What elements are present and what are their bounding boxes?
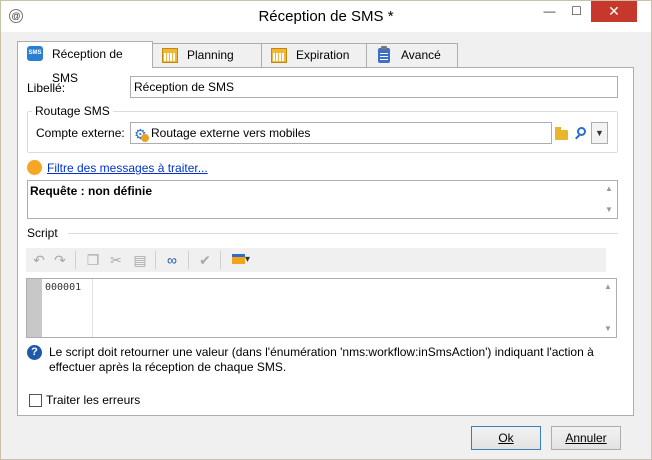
scroll-up-icon[interactable]: ▲ bbox=[600, 280, 616, 294]
libelle-input[interactable]: Réception de SMS bbox=[130, 76, 618, 98]
tab-label: Expiration bbox=[296, 48, 350, 62]
filter-messages-link[interactable]: Filtre des messages à traiter... bbox=[47, 161, 208, 175]
filter-status-icon bbox=[27, 160, 42, 175]
query-text: Requête : non définie bbox=[30, 184, 153, 198]
close-icon: ✕ bbox=[608, 3, 620, 19]
ok-button[interactable]: Ok bbox=[471, 426, 541, 450]
tab-avance[interactable]: Avancé bbox=[366, 43, 458, 67]
traiter-erreurs-checkbox[interactable] bbox=[29, 394, 42, 407]
calendar-icon bbox=[162, 48, 178, 63]
search-account-button[interactable] bbox=[571, 122, 589, 144]
query-textarea[interactable]: Requête : non définie ▲ ▼ bbox=[27, 180, 618, 219]
undo-icon[interactable]: ↶ bbox=[30, 251, 48, 269]
toolbar-separator bbox=[220, 251, 221, 269]
maximize-button[interactable]: ☐ bbox=[563, 1, 590, 22]
help-icon: ? bbox=[27, 345, 42, 360]
close-button[interactable]: ✕ bbox=[591, 1, 637, 22]
maximize-icon: ☐ bbox=[571, 4, 582, 18]
toolbar-separator bbox=[75, 251, 76, 269]
script-separator bbox=[68, 233, 618, 234]
check-syntax-icon[interactable]: ✔ bbox=[196, 251, 214, 269]
minimize-button[interactable]: — bbox=[536, 1, 563, 22]
folder-icon bbox=[555, 127, 568, 140]
title-bar: @ Réception de SMS * — ☐ ✕ bbox=[1, 1, 651, 32]
editor-scrollbar[interactable]: ▲ ▼ bbox=[600, 279, 616, 337]
toolbar-separator bbox=[155, 251, 156, 269]
chevron-down-icon: ▼ bbox=[595, 128, 604, 138]
copy-icon[interactable]: ❐ bbox=[84, 251, 102, 269]
cut-icon[interactable]: ✂ bbox=[107, 251, 125, 269]
help-text: Le script doit retourner une valeur (dan… bbox=[49, 345, 594, 374]
tab-label: Planning bbox=[187, 48, 234, 62]
toolbar-separator bbox=[188, 251, 189, 269]
cancel-button[interactable]: Annuler bbox=[551, 426, 621, 450]
query-scrollbar[interactable]: ▲ ▼ bbox=[601, 181, 617, 218]
external-account-icon bbox=[134, 124, 149, 144]
insert-menu-icon[interactable]: ▾ bbox=[227, 251, 255, 269]
scroll-down-icon[interactable]: ▼ bbox=[601, 203, 617, 217]
sms-icon: SMS bbox=[27, 46, 43, 61]
cancel-label: Annuler bbox=[565, 431, 607, 445]
traiter-erreurs-label: Traiter les erreurs bbox=[46, 393, 141, 407]
line-number: 000001 bbox=[45, 282, 82, 293]
paste-icon[interactable]: ▤ bbox=[131, 251, 149, 269]
routage-sms-title: Routage SMS bbox=[32, 104, 113, 118]
compte-externe-dropdown[interactable]: ▼ bbox=[591, 122, 608, 144]
editor-gutter bbox=[27, 279, 42, 337]
tab-reception-sms[interactable]: SMS Réception de SMS bbox=[17, 41, 153, 85]
tab-label: Avancé bbox=[401, 48, 441, 62]
script-editor[interactable]: 000001 ▲ ▼ bbox=[26, 278, 617, 338]
compte-externe-value: Routage externe vers mobiles bbox=[151, 126, 311, 140]
compte-externe-label: Compte externe: bbox=[36, 126, 125, 140]
script-toolbar: ↶ ↷ ❐ ✂ ▤ ∞ ✔ ▾ bbox=[26, 248, 606, 272]
scroll-up-icon[interactable]: ▲ bbox=[601, 182, 617, 196]
search-icon bbox=[577, 127, 586, 136]
scroll-down-icon[interactable]: ▼ bbox=[600, 322, 616, 336]
open-folder-button[interactable] bbox=[552, 122, 570, 144]
minimize-icon: — bbox=[543, 4, 556, 18]
clipboard-icon bbox=[378, 46, 390, 63]
redo-icon[interactable]: ↷ bbox=[51, 251, 69, 269]
calendar-icon bbox=[271, 48, 287, 63]
tab-expiration[interactable]: Expiration bbox=[261, 43, 367, 67]
tab-panel: Libellé: Réception de SMS Routage SMS Co… bbox=[17, 67, 634, 416]
find-binoculars-icon[interactable]: ∞ bbox=[163, 251, 181, 269]
script-title: Script bbox=[24, 226, 61, 240]
dialog-window: @ Réception de SMS * — ☐ ✕ SMS Réception… bbox=[0, 0, 652, 460]
gutter-divider bbox=[92, 279, 93, 337]
ok-label: Ok bbox=[498, 431, 514, 445]
compte-externe-field[interactable]: Routage externe vers mobiles bbox=[130, 122, 552, 144]
tab-planning[interactable]: Planning bbox=[152, 43, 262, 67]
